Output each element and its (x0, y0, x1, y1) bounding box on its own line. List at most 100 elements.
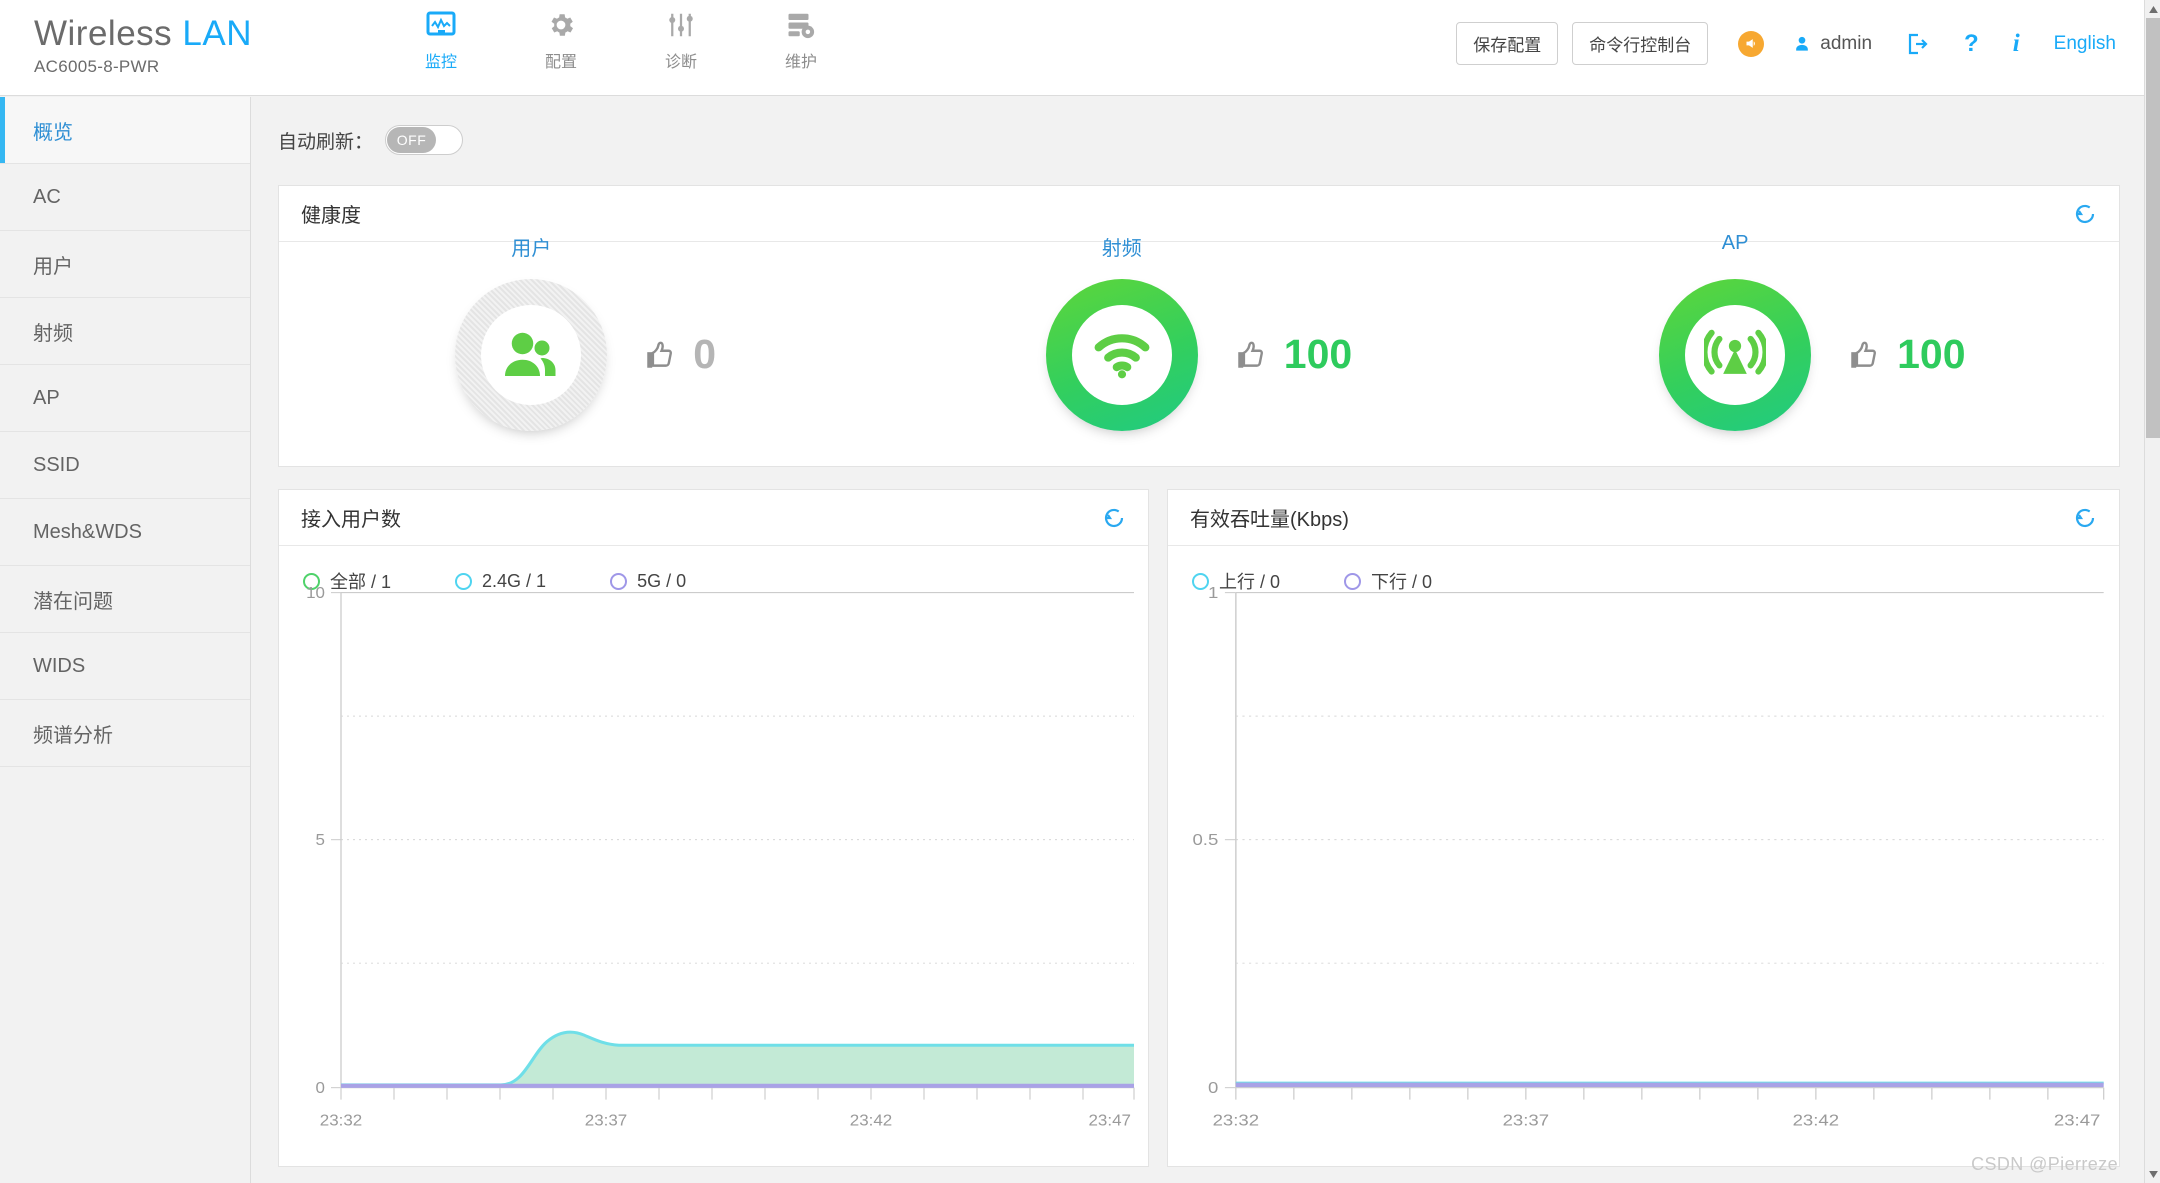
device-model: AC6005-8-PWR (34, 57, 160, 76)
x-tick-label: 23:32 (1213, 1111, 1260, 1129)
health-score-value: 100 (1283, 331, 1353, 377)
y-tick-label: 1 (1208, 584, 1218, 602)
question-mark-icon[interactable]: ? (1964, 30, 1979, 58)
brand-title-accent: LAN (182, 14, 253, 53)
sidebar-item-label: 潜在问题 (33, 590, 113, 613)
y-tick-label: 10 (306, 585, 325, 602)
x-tick-label: 23:32 (320, 1112, 363, 1129)
health-panel-title: 健康度 (301, 205, 361, 227)
cli-console-button[interactable]: 命令行控制台 (1572, 22, 1709, 65)
auto-refresh-toggle[interactable]: OFF (385, 125, 464, 155)
health-ring (1659, 278, 1812, 431)
auto-refresh-row: 自动刷新： OFF (252, 97, 2144, 155)
sidebar-item-mesh-wds[interactable]: Mesh&WDS (0, 499, 250, 566)
nav-tab-config-label: 配置 (544, 54, 577, 71)
sidebar-item-ssid[interactable]: SSID (0, 432, 250, 499)
nav-tab-monitor[interactable]: 监控 (410, 8, 472, 72)
connected-users-plot: 10 5 0 23:32 23:37 23:42 23:47 (279, 576, 1148, 1166)
y-tick-label: 5 (316, 832, 325, 849)
user-menu[interactable]: admin (1792, 33, 1872, 55)
page-scrollbar[interactable] (2144, 0, 2160, 1183)
refresh-icon[interactable] (1102, 506, 1126, 530)
megaphone-icon[interactable] (1738, 30, 1765, 57)
health-gauge-label: AP (1721, 231, 1749, 254)
y-tick-label: 0 (316, 1080, 325, 1097)
sidebar-item-label: 频谱分析 (33, 724, 113, 747)
health-score-value: 100 (1897, 331, 1966, 377)
auto-refresh-label: 自动刷新： (278, 131, 374, 153)
save-config-button[interactable]: 保存配置 (1456, 22, 1559, 65)
sidebar-item-overview[interactable]: 概览 (0, 97, 250, 164)
user-name-label: admin (1820, 32, 1873, 54)
watermark: CSDN @Pierreze (1971, 1154, 2118, 1174)
throughput-chart-panel: 有效吞吐量(Kbps) 上行 / 0 下行 / 0 1 0.5 0 23:32 … (1167, 489, 2120, 1167)
throughput-chart-title: 有效吞吐量(Kbps) (1190, 509, 1349, 531)
monitor-icon (410, 8, 472, 42)
connected-users-chart-header: 接入用户数 (279, 490, 1148, 546)
nav-tab-diagnose[interactable]: 诊断 (650, 8, 712, 72)
logout-icon[interactable] (1906, 32, 1930, 56)
sidebar-item-label: Mesh&WDS (33, 520, 142, 543)
app-root: Wireless LAN AC6005-8-PWR 监控 配置 诊断 维护 保存… (0, 0, 2160, 1183)
health-gauge-label: 用户 (511, 237, 552, 260)
users-icon (505, 332, 556, 376)
sidebar-item-label: SSID (33, 453, 80, 476)
x-tick-label: 23:42 (1793, 1111, 1840, 1129)
health-gauge-users: 用户 0 (279, 238, 892, 467)
refresh-icon[interactable] (2073, 506, 2097, 530)
app-header: Wireless LAN AC6005-8-PWR 监控 配置 诊断 维护 保存… (0, 0, 2144, 96)
x-tick-label: 23:42 (850, 1112, 893, 1129)
x-tick-label: 23:37 (1503, 1111, 1550, 1129)
throughput-chart-header: 有效吞吐量(Kbps) (1168, 490, 2119, 546)
brand: Wireless LAN AC6005-8-PWR (0, 0, 400, 77)
auto-refresh-toggle-state: OFF (387, 127, 437, 153)
sidebar: 概览 AC 用户 射频 AP SSID Mesh&WDS 潜在问题 WIDS 频… (0, 97, 251, 1183)
info-icon[interactable]: i (2013, 30, 2020, 58)
x-tick-label: 23:47 (1088, 1112, 1131, 1129)
health-score-radio: 100 (1234, 331, 1352, 378)
sidebar-item-ap[interactable]: AP (0, 365, 250, 432)
thumbs-up-icon (647, 341, 673, 368)
sliders-icon (650, 8, 712, 42)
area-series-all (341, 1032, 1134, 1085)
language-switch[interactable]: English (2054, 33, 2116, 55)
health-score-users: 0 (643, 331, 716, 378)
brand-title-main: Wireless (34, 14, 173, 53)
connected-users-chart-panel: 接入用户数 全部 / 1 2.4G / 1 5G / 0 10 5 0 23:3… (278, 489, 1149, 1167)
sidebar-item-label: 概览 (33, 121, 73, 144)
refresh-icon[interactable] (2073, 202, 2097, 226)
sidebar-item-wids[interactable]: WIDS (0, 633, 250, 700)
scrollbar-up-arrow[interactable] (2145, 0, 2160, 18)
main-content: 自动刷新： OFF 健康度 用户 0 射频 100 AP 100 接入用户数 全… (252, 97, 2144, 1183)
health-panel: 健康度 用户 0 射频 100 AP 100 (278, 185, 2120, 467)
user-icon (1796, 36, 1809, 51)
nav-tab-diagnose-label: 诊断 (664, 54, 697, 71)
nav-tab-config[interactable]: 配置 (530, 8, 592, 72)
sidebar-item-label: AC (33, 185, 61, 208)
sidebar-item-spectrum-analysis[interactable]: 频谱分析 (0, 700, 250, 767)
sidebar-item-label: WIDS (33, 654, 86, 677)
sidebar-item-users[interactable]: 用户 (0, 231, 250, 298)
header-actions: 保存配置 命令行控制台 admin ? i English (1456, 0, 2144, 65)
gear-icon (530, 8, 592, 42)
ap-antenna-icon (1704, 329, 1767, 375)
sidebar-item-potential-issues[interactable]: 潜在问题 (0, 566, 250, 633)
scrollbar-thumb[interactable] (2146, 18, 2160, 438)
sidebar-item-label: 用户 (33, 255, 73, 278)
maintenance-icon (770, 8, 832, 42)
sidebar-item-label: 射频 (33, 322, 73, 345)
scrollbar-down-arrow[interactable] (2145, 1165, 2160, 1183)
nav-tab-maintenance-label: 维护 (784, 54, 817, 71)
health-gauge-ap: AP 100 (1506, 232, 2119, 467)
nav-tab-maintenance[interactable]: 维护 (770, 8, 832, 72)
brand-title: Wireless LAN (34, 14, 400, 54)
health-ring (1045, 278, 1198, 431)
sidebar-item-label: AP (33, 386, 60, 409)
connected-users-chart-title: 接入用户数 (301, 509, 401, 531)
main-nav: 监控 配置 诊断 维护 (410, 0, 832, 72)
sidebar-item-radio[interactable]: 射频 (0, 298, 250, 365)
x-tick-label: 23:47 (2054, 1111, 2101, 1129)
wifi-icon (1094, 333, 1150, 378)
sidebar-item-ac[interactable]: AC (0, 164, 250, 231)
health-gauges: 用户 0 射频 100 AP 100 (279, 232, 2119, 467)
